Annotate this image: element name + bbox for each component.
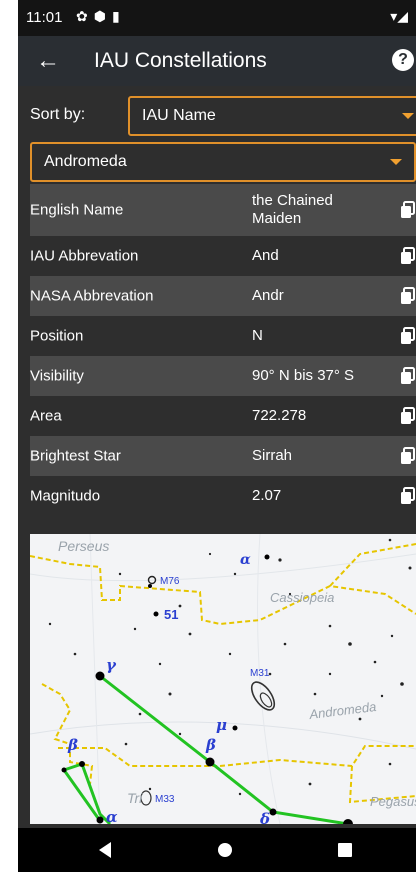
copy-icon[interactable]	[400, 327, 416, 345]
nav-back-icon[interactable]	[80, 828, 130, 872]
row-label: Brightest Star	[30, 447, 121, 465]
row-label: Position	[30, 327, 84, 345]
nav-recents-icon[interactable]	[320, 828, 370, 872]
map-label: Pegasus	[370, 794, 416, 809]
sort-dropdown[interactable]: IAU Name	[128, 96, 416, 136]
details-table: English Name the Chained Maiden IAU Abbr…	[30, 184, 416, 516]
row-label: English Name	[30, 201, 124, 219]
table-row: Magnitudo 2.07	[30, 476, 416, 516]
map-label: M33	[155, 794, 175, 805]
map-label: α	[106, 808, 118, 824]
map-label: α	[240, 552, 251, 568]
constellation-dropdown[interactable]: Andromeda	[30, 142, 416, 182]
copy-icon[interactable]	[400, 247, 416, 265]
gear-icon: ✿	[76, 8, 94, 24]
shield-icon: ⬢	[93, 8, 112, 24]
status-bar: 11:01 ✿⬢▮ ▾◢	[18, 0, 416, 36]
map-label: 51	[164, 607, 178, 622]
table-row: Visibility 90° N bis 37° S	[30, 356, 416, 396]
status-notification-icons: ✿⬢▮	[76, 8, 126, 25]
phone-screen: 11:01 ✿⬢▮ ▾◢ ← IAU Constellations ? Sort…	[18, 0, 416, 872]
sim-card-icon: ▮	[111, 8, 126, 24]
help-circle-icon[interactable]: ?	[392, 49, 414, 71]
row-value: Andr	[252, 287, 284, 304]
row-value: 90° N bis 37° S	[252, 367, 355, 384]
row-value: 722.278	[252, 407, 307, 424]
star-chart: Perseus Cassiopeia Andromeda Tri Pegasus…	[30, 534, 416, 824]
copy-icon[interactable]	[400, 487, 416, 505]
copy-icon[interactable]	[400, 201, 416, 219]
table-row: NASA Abbrevation Andr	[30, 276, 416, 316]
map-label: δ	[259, 810, 270, 824]
table-row: IAU Abbrevation And	[30, 236, 416, 276]
map-label: μ	[216, 716, 227, 734]
constellation-dropdown-value: Andromeda	[44, 153, 127, 170]
map-label: M76	[160, 576, 180, 587]
sort-label: Sort by:	[30, 106, 86, 123]
row-label: Area	[30, 407, 62, 425]
table-row: Brightest Star Sirrah	[30, 436, 416, 476]
row-label: Magnitudo	[30, 487, 101, 505]
row-value: the Chained Maiden	[252, 192, 333, 227]
map-label: Cassiopeia	[270, 590, 334, 605]
table-row: English Name the Chained Maiden	[30, 184, 416, 236]
constellation-map[interactable]: Perseus Cassiopeia Andromeda Tri Pegasus…	[30, 534, 416, 824]
map-label: γ	[106, 656, 117, 674]
signal-icon: ◢	[397, 8, 408, 24]
page-title: IAU Constellations	[94, 49, 267, 72]
map-label: β	[205, 736, 216, 754]
sort-dropdown-value: IAU Name	[142, 107, 216, 124]
status-system-icons: ▾◢	[390, 8, 408, 25]
copy-icon[interactable]	[400, 367, 416, 385]
row-label: NASA Abbrevation	[30, 287, 154, 305]
chevron-down-icon	[402, 113, 414, 119]
map-label: β	[67, 736, 78, 754]
row-value: 2.07	[252, 487, 282, 504]
map-label: Perseus	[58, 538, 109, 554]
copy-icon[interactable]	[400, 287, 416, 305]
copy-icon[interactable]	[400, 447, 416, 465]
status-time: 11:01	[26, 9, 63, 26]
table-row: Area 722.278	[30, 396, 416, 436]
row-label: Visibility	[30, 367, 84, 385]
system-nav-bar	[18, 828, 416, 872]
row-value: N	[252, 327, 263, 344]
table-row: Position N	[30, 316, 416, 356]
arrow-back-icon[interactable]: ←	[36, 47, 60, 75]
map-label: M31	[250, 668, 270, 679]
row-value: Sirrah	[252, 447, 293, 464]
row-value: And	[252, 247, 279, 264]
nav-home-icon[interactable]	[200, 828, 250, 872]
map-label: Tri	[127, 790, 143, 806]
chevron-down-icon	[390, 159, 402, 165]
copy-icon[interactable]	[400, 407, 416, 425]
row-label: IAU Abbrevation	[30, 247, 139, 265]
app-bar: ← IAU Constellations ?	[18, 36, 416, 86]
